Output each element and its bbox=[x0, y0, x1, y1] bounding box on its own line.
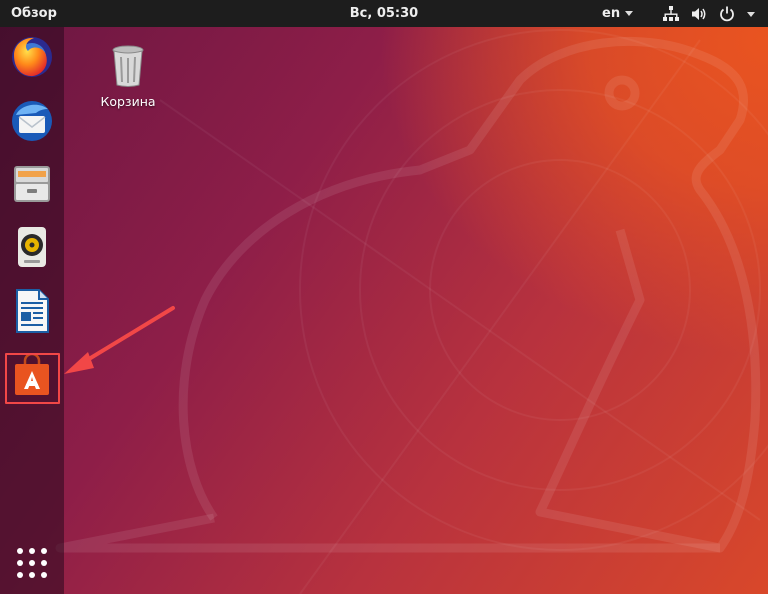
dock-item-thunderbird[interactable] bbox=[8, 97, 56, 145]
highlight-frame bbox=[5, 353, 60, 404]
chevron-down-icon bbox=[747, 11, 755, 17]
power-icon bbox=[720, 6, 734, 22]
language-indicator[interactable]: en bbox=[602, 6, 634, 21]
system-tray[interactable] bbox=[662, 4, 755, 24]
network-icon bbox=[663, 6, 679, 21]
trash-label: Корзина bbox=[100, 94, 156, 109]
apps-grid-icon[interactable] bbox=[14, 545, 50, 581]
firefox-icon bbox=[12, 37, 52, 77]
clock-wrapper: Вс, 05:30 bbox=[0, 6, 768, 21]
thunderbird-icon bbox=[12, 101, 52, 141]
dock bbox=[0, 27, 64, 594]
dock-item-rhythmbox[interactable] bbox=[8, 223, 56, 271]
rhythmbox-icon bbox=[18, 227, 46, 267]
volume-icon bbox=[692, 8, 706, 20]
top-panel: Обзор Вс, 05:30 en bbox=[0, 0, 768, 27]
chevron-down-icon bbox=[625, 11, 634, 16]
activities-button[interactable]: Обзор bbox=[11, 6, 57, 21]
dock-item-files[interactable] bbox=[8, 160, 56, 208]
files-icon bbox=[14, 166, 50, 202]
dock-item-firefox[interactable] bbox=[8, 33, 56, 81]
libreoffice-writer-icon bbox=[16, 289, 49, 333]
desktop-icon-trash[interactable]: Корзина bbox=[94, 44, 162, 109]
clock[interactable]: Вс, 05:30 bbox=[350, 6, 418, 21]
language-label: en bbox=[602, 6, 621, 21]
trash-icon bbox=[112, 45, 144, 87]
dock-item-libreoffice-writer[interactable] bbox=[8, 287, 56, 335]
